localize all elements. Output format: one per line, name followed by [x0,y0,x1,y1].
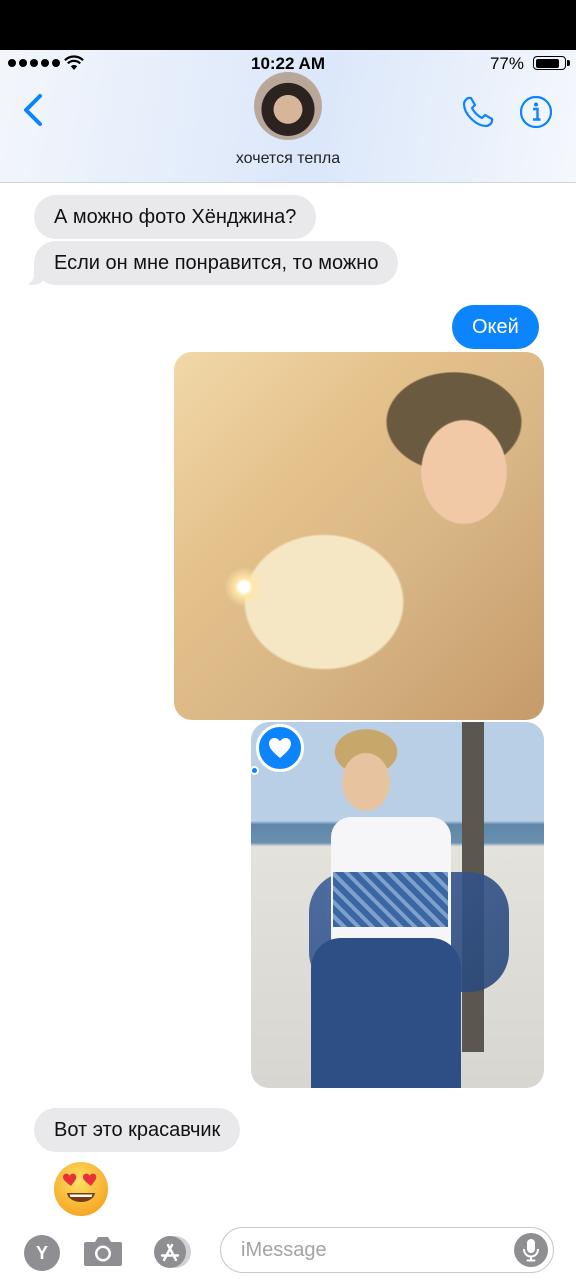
contact-avatar[interactable] [254,72,322,140]
message-bubble-outgoing[interactable]: Окей [452,305,539,349]
reaction-tail-dot [250,766,259,775]
message-bubble-incoming[interactable]: А можно фото Хёнджина? [34,195,317,239]
heart-icon [269,738,291,758]
sparkler-light [224,567,264,607]
message-bubble-incoming[interactable]: Вот это красавчик [34,1108,241,1152]
message-bubble-incoming[interactable]: Если он мне понравится, то можно [23,241,399,285]
message-input-placeholder: iMessage [241,1239,327,1261]
heart-eyes-emoji[interactable] [52,1160,110,1218]
heart-reaction-badge[interactable] [256,724,304,772]
top-black-bar [0,0,576,50]
phone-icon[interactable] [460,94,496,130]
camera-icon[interactable] [82,1232,124,1270]
message-input[interactable]: iMessage [220,1227,554,1273]
contact-name[interactable]: хочется тепла [0,150,576,168]
battery-icon [533,56,570,70]
conversation-header: 10:22 AM 77% хочется тепла [0,50,576,183]
photo-message[interactable] [174,352,544,720]
photo-message[interactable] [251,722,544,1088]
microphone-icon [523,1239,539,1262]
composer-bar: Y iMessage [0,1222,576,1280]
battery-percent: 77% [489,54,524,73]
app-store-icon[interactable] [150,1234,196,1270]
apps-button[interactable]: Y [24,1235,60,1271]
back-chevron-icon[interactable] [18,90,48,130]
microphone-button[interactable] [514,1233,548,1267]
info-icon[interactable] [518,94,554,130]
